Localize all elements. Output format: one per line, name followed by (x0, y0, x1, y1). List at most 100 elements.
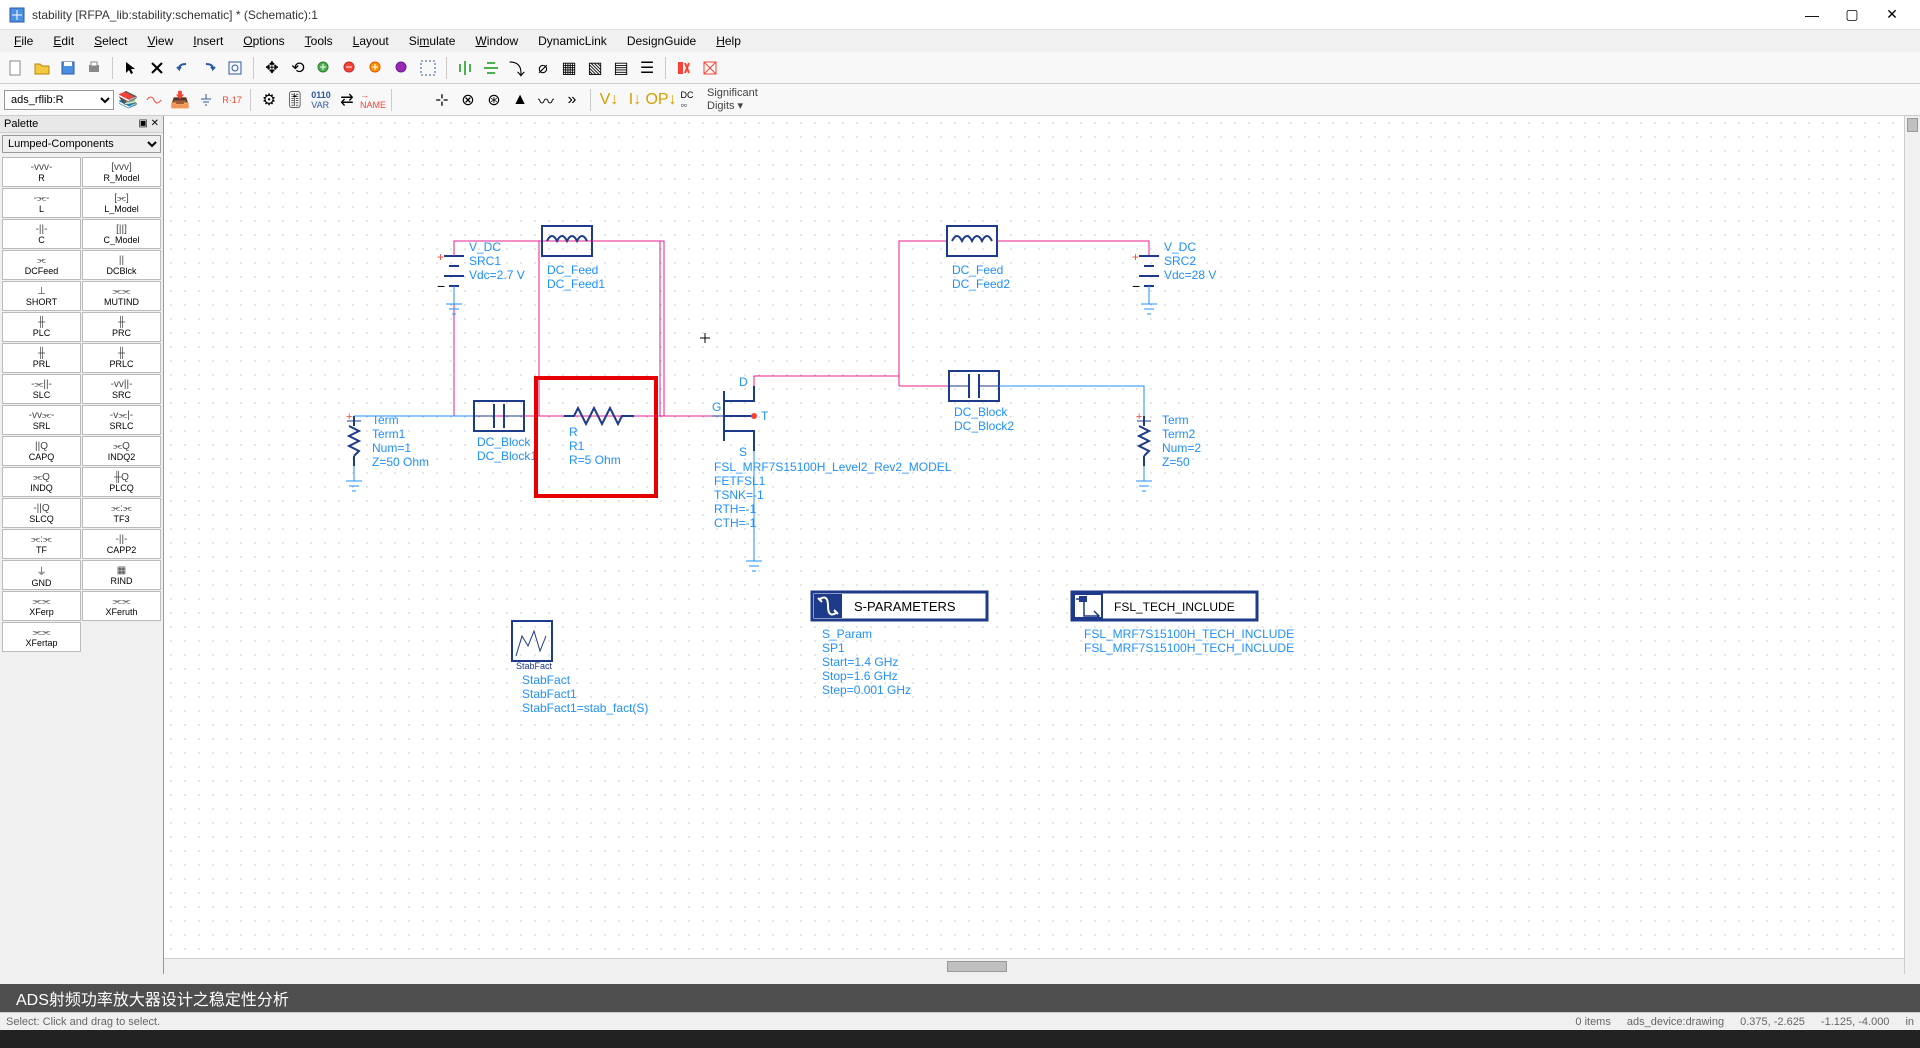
var-icon[interactable]: 0110VAR (309, 88, 333, 112)
menu-options[interactable]: Options (233, 32, 294, 50)
comp-vdc2[interactable]: + − V_DC SRC2 Vdc=28 V (1132, 240, 1216, 294)
probe1-icon[interactable]: ⊹ (430, 88, 454, 112)
close-button[interactable]: ✕ (1872, 3, 1912, 27)
scroll-thumb-v[interactable] (1907, 118, 1918, 132)
palette-plc[interactable]: ╫PLC (2, 312, 81, 342)
palette-l[interactable]: -⫘-L (2, 188, 81, 218)
menu-layout[interactable]: Layout (343, 32, 399, 50)
sim-icon[interactable]: ⚙ (257, 88, 281, 112)
palette-xferp[interactable]: ⫘⫘XFerp (2, 591, 81, 621)
comp-vdc1[interactable]: + − V_DC SRC1 Vdc=2.7 V (437, 240, 525, 294)
menu-view[interactable]: View (137, 32, 183, 50)
namelbl-icon[interactable]: →NAME (361, 88, 385, 112)
palette-controls[interactable]: ▣ ✕ (138, 118, 159, 130)
palette-slc[interactable]: -⫘||-SLC (2, 374, 81, 404)
probe4-icon[interactable]: ▲ (508, 88, 532, 112)
R17-icon[interactable]: R·17 (220, 88, 244, 112)
new-icon[interactable] (4, 56, 28, 80)
menu-file[interactable]: File (4, 32, 43, 50)
comp-term2[interactable]: + Term Term2 Num=2 Z=50 (1136, 411, 1201, 469)
palette-dcfeed[interactable]: ⫘DCFeed (2, 250, 81, 280)
comp-dcblock2[interactable]: DC_Block DC_Block2 (949, 371, 1014, 433)
palette-xferuth[interactable]: ⫘⫘XFeruth (82, 591, 161, 621)
zoom-in-icon[interactable] (312, 56, 336, 80)
comp-r1[interactable]: R R1 R=5 Ohm (564, 408, 634, 467)
palette-dcblck[interactable]: ||DCBlck (82, 250, 161, 280)
name-icon[interactable]: 📥 (168, 88, 192, 112)
comp-dcblock1[interactable]: DC_Block DC_Block1 (474, 401, 537, 463)
menu-tools[interactable]: Tools (295, 32, 343, 50)
swap-icon[interactable]: ⇄ (335, 88, 359, 112)
palette-plcq[interactable]: ╫QPLCQ (82, 467, 161, 497)
ground-icon[interactable] (194, 88, 218, 112)
pop-icon[interactable]: ▧ (583, 56, 607, 80)
rotate-90-icon[interactable]: ⤵ (505, 56, 529, 80)
scrollbar-vertical[interactable] (1904, 116, 1920, 974)
palette-slcq[interactable]: -||QSLCQ (2, 498, 81, 528)
wire-icon[interactable] (142, 88, 166, 112)
probe2-icon[interactable]: ⊗ (456, 88, 480, 112)
palette-srlc[interactable]: -v⫘|-SRLC (82, 405, 161, 435)
delete-icon[interactable] (145, 56, 169, 80)
redo-icon[interactable] (197, 56, 221, 80)
dc-probe-icon[interactable]: DC▫▫ (675, 88, 699, 112)
deact-icon[interactable] (698, 56, 722, 80)
palette-prl[interactable]: ╫PRL (2, 343, 81, 373)
hierarchy-icon[interactable]: ☰ (635, 56, 659, 80)
push-icon[interactable]: ▦ (557, 56, 581, 80)
move-icon[interactable]: ✥ (260, 56, 284, 80)
palette-c[interactable]: -||-C (2, 219, 81, 249)
palette-xfertap[interactable]: ⫘⫘XFertap (2, 622, 81, 652)
palette-prlc[interactable]: ╫PRLC (82, 343, 161, 373)
menu-designguide[interactable]: DesignGuide (617, 32, 706, 50)
menu-window[interactable]: Window (465, 32, 528, 50)
zoom-area-icon[interactable] (416, 56, 440, 80)
comp-sparam[interactable]: S-PARAMETERS S_Param SP1 Start=1.4 GHz S… (812, 592, 987, 697)
palette-src[interactable]: -vv||-SRC (82, 374, 161, 404)
palette-indq[interactable]: ⫘QINDQ (2, 467, 81, 497)
sig-digits-label[interactable]: SignificantDigits ▾ (701, 87, 764, 111)
palette-indq2[interactable]: ⫘QINDQ2 (82, 436, 161, 466)
zoom-fit-icon[interactable] (390, 56, 414, 80)
undo-icon[interactable] (171, 56, 195, 80)
palette-mutind[interactable]: ⫘⫘MUTIND (82, 281, 161, 311)
zoom-sel-icon[interactable] (364, 56, 388, 80)
palette-tf3[interactable]: ⫘:⫘TF3 (82, 498, 161, 528)
save-icon[interactable] (56, 56, 80, 80)
palette-prc[interactable]: ╫PRC (82, 312, 161, 342)
comp-stabfact[interactable]: StabFact StabFact StabFact1 StabFact1=st… (512, 621, 648, 715)
open-icon[interactable] (30, 56, 54, 80)
rotate-icon[interactable]: ⟲ (286, 56, 310, 80)
palette-rmodel[interactable]: [vvv]R_Model (82, 157, 161, 187)
mirror-h-icon[interactable] (453, 56, 477, 80)
zoom-out-icon[interactable] (338, 56, 362, 80)
palette-lmodel[interactable]: [⫘]L_Model (82, 188, 161, 218)
probe5-icon[interactable]: 〰 (534, 88, 558, 112)
menu-insert[interactable]: Insert (183, 32, 233, 50)
schematic-canvas[interactable]: + − V_DC SRC1 Vdc=2.7 V DC_Feed DC_Feed1 (164, 116, 1920, 974)
comp-fet[interactable]: G D S T FSL_MRF7S15100H_Level2_Rev2_MODE… (712, 375, 952, 530)
op-probe-icon[interactable]: OP↓ (649, 88, 673, 112)
menu-simulate[interactable]: Simulate (399, 32, 466, 50)
palette-short[interactable]: ⊥SHORT (2, 281, 81, 311)
scrollbar-horizontal[interactable] (164, 958, 1904, 974)
deactivate-icon[interactable]: ⌀ (531, 56, 555, 80)
zoom-all-icon[interactable] (223, 56, 247, 80)
v-probe-icon[interactable]: V↓ (597, 88, 621, 112)
library-icon[interactable]: 📚 (116, 88, 140, 112)
palette-gnd[interactable]: ⏚GND (2, 560, 81, 590)
print-icon[interactable] (82, 56, 106, 80)
palette-tf[interactable]: ⫘:⫘TF (2, 529, 81, 559)
comp-dcfeed2[interactable]: DC_Feed DC_Feed2 (947, 226, 1010, 291)
tune-icon[interactable]: 🎚 (283, 88, 307, 112)
short-icon[interactable] (672, 56, 696, 80)
menu-select[interactable]: Select (84, 32, 137, 50)
component-combo[interactable]: ads_rflib:R (4, 90, 114, 110)
palette-rind[interactable]: ▦RIND (82, 560, 161, 590)
palette-capp2[interactable]: -||-CAPP2 (82, 529, 161, 559)
menu-help[interactable]: Help (706, 32, 751, 50)
menu-dynamiclink[interactable]: DynamicLink (528, 32, 617, 50)
layers-icon[interactable]: ▤ (609, 56, 633, 80)
minimize-button[interactable]: — (1792, 3, 1832, 27)
maximize-button[interactable]: ▢ (1832, 3, 1872, 27)
